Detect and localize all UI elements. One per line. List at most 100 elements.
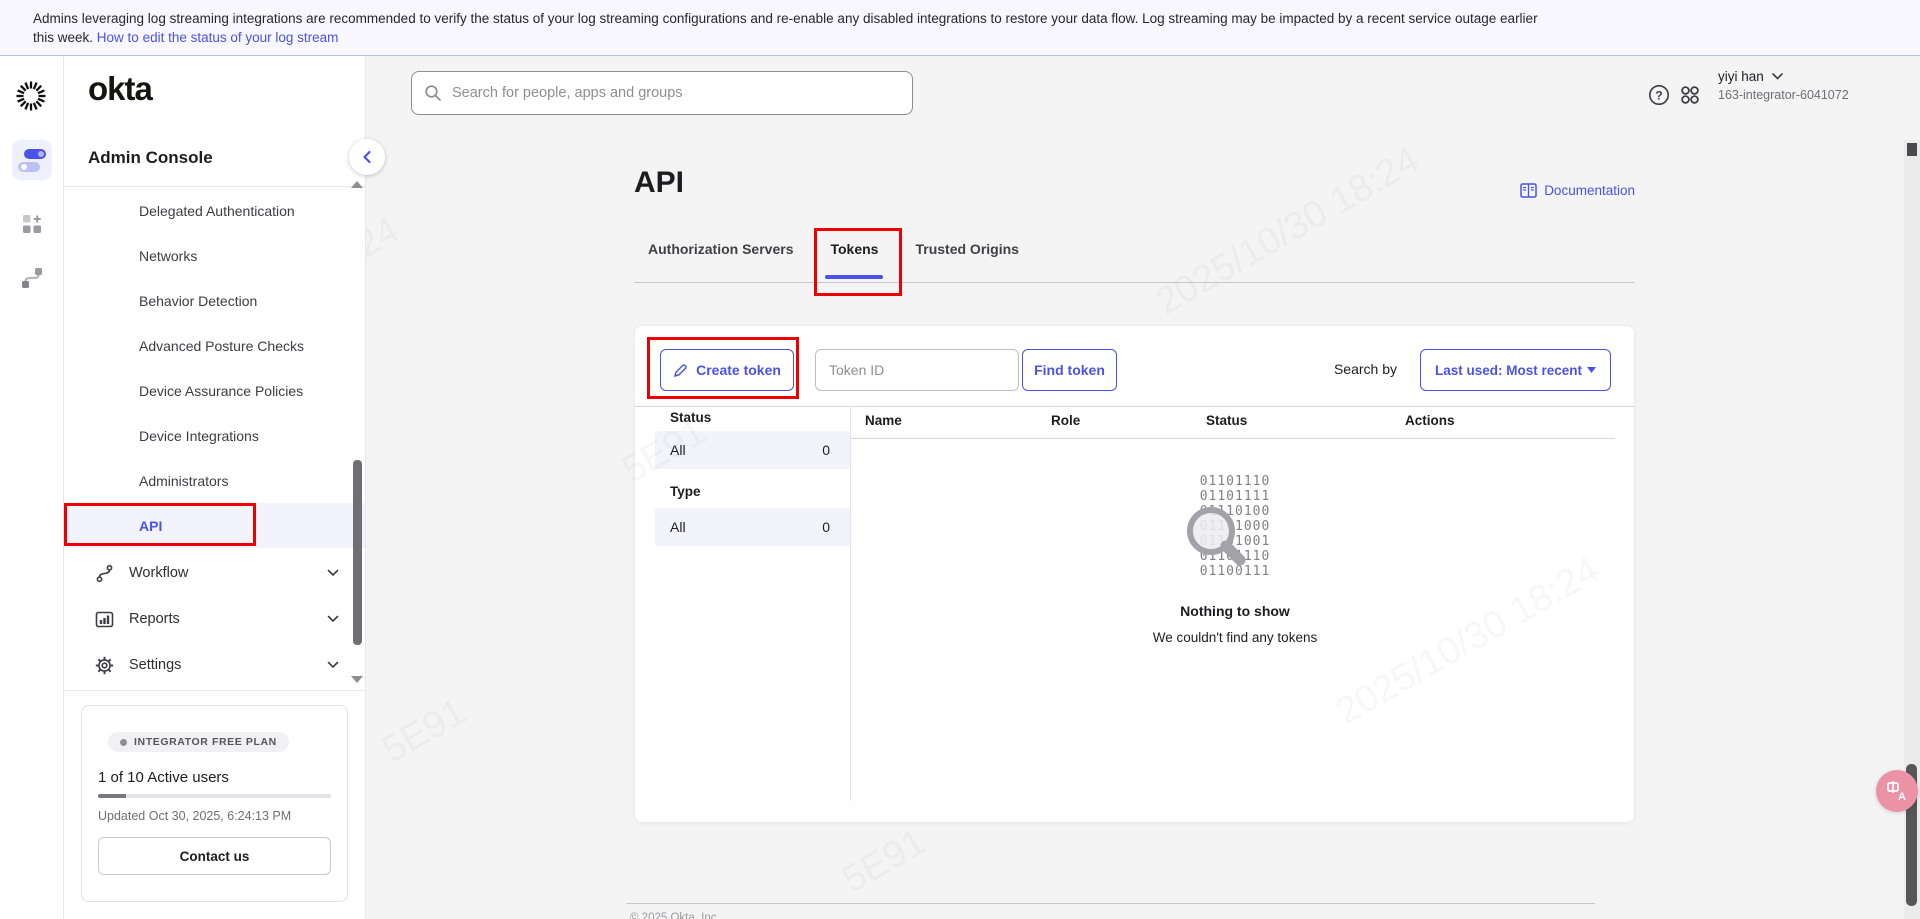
- org-id: 163-integrator-6041072: [1718, 88, 1849, 102]
- chevron-down-icon: [1772, 73, 1783, 80]
- divider: [850, 406, 851, 801]
- filter-label: All: [670, 519, 686, 535]
- apps-grid-icon: [1679, 84, 1701, 106]
- sidebar: okta Admin Console Delegated Authenticat…: [64, 56, 366, 919]
- toggle-icon: [24, 149, 46, 159]
- footer-text: © 2025 Okta, Inc.: [630, 912, 720, 919]
- sidebar-item-advanced-posture-checks[interactable]: Advanced Posture Checks: [64, 323, 365, 368]
- sidebar-item-settings[interactable]: Settings: [64, 642, 365, 688]
- grid-plus-icon: [21, 213, 43, 235]
- tokens-panel: Create token Find token Search by Last u…: [634, 325, 1635, 823]
- workflow-icon: [20, 266, 44, 290]
- tab-bar: Authorization Servers Tokens Trusted Origi…: [634, 241, 1635, 283]
- sidebar-item-device-assurance-policies[interactable]: Device Assurance Policies: [64, 368, 365, 413]
- chevron-left-icon: [361, 150, 373, 164]
- sidebar-collapse-button[interactable]: [349, 139, 385, 175]
- contact-us-button[interactable]: Contact us: [98, 837, 331, 875]
- translate-badge[interactable]: A: [1876, 770, 1918, 812]
- empty-title: Nothing to show: [985, 603, 1485, 619]
- find-token-button[interactable]: Find token: [1022, 349, 1117, 391]
- token-id-input[interactable]: [815, 349, 1019, 391]
- sidebar-scrollbar-thumb[interactable]: [353, 460, 362, 645]
- page-scrollbar-arrow[interactable]: [1907, 143, 1917, 156]
- filter-count: 0: [822, 519, 830, 535]
- empty-subtitle: We couldn't find any tokens: [985, 630, 1485, 645]
- page-title: API: [634, 166, 684, 200]
- magnifier-icon: [1182, 502, 1254, 579]
- okta-wordmark: okta: [88, 70, 152, 108]
- divider: [64, 690, 365, 691]
- sidebar-item-administrators[interactable]: Administrators: [64, 458, 365, 503]
- reports-icon: [94, 609, 114, 629]
- svg-text:A: A: [1898, 791, 1906, 803]
- help-button[interactable]: ?: [1648, 84, 1670, 111]
- rail-workflow-button[interactable]: [12, 258, 52, 298]
- toggle-icon: [18, 162, 40, 172]
- sidebar-item-reports[interactable]: Reports: [64, 596, 365, 642]
- sidebar-item-label: Workflow: [129, 565, 327, 581]
- plan-updated: Updated Oct 30, 2025, 6:24:13 PM: [98, 809, 331, 823]
- tab-trusted-origins[interactable]: Trusted Origins: [915, 241, 1018, 282]
- sidebar-scroll-up-arrow[interactable]: [351, 181, 363, 188]
- plan-card: INTEGRATOR FREE PLAN 1 of 10 Active user…: [81, 705, 348, 902]
- usage-progress-bar: [98, 794, 331, 798]
- banner-text: Admins leveraging log streaming integrat…: [33, 9, 1543, 47]
- tab-authorization-servers[interactable]: Authorization Servers: [648, 241, 793, 282]
- column-header-name: Name: [865, 413, 1051, 428]
- apps-menu-button[interactable]: [1679, 84, 1701, 111]
- okta-admin-console: 2025/10/30 18:245E912025/10/30 18:245E91…: [0, 0, 1920, 919]
- search-by-label: Search by: [1334, 361, 1397, 377]
- caret-down-icon: [1587, 367, 1596, 373]
- plan-badge: INTEGRATOR FREE PLAN: [108, 732, 289, 752]
- user-name: yiyi han: [1718, 69, 1764, 84]
- pen-icon: [673, 363, 688, 378]
- create-token-button[interactable]: Create token: [660, 349, 794, 391]
- search-input[interactable]: [411, 71, 913, 115]
- sidebar-nav-bottom: Workflow Reports Settings: [64, 550, 365, 688]
- empty-state: 0110111001101111011101000110100001101001…: [985, 474, 1485, 645]
- table-header-row: NameRoleStatusActions: [865, 413, 1585, 428]
- global-search: [411, 71, 913, 115]
- workflow-icon: [94, 563, 114, 583]
- filter-row-status-all[interactable]: All 0: [655, 431, 850, 469]
- divider: [850, 438, 1615, 439]
- notification-banner: Admins leveraging log streaming integrat…: [0, 0, 1920, 56]
- chevron-down-icon: [327, 611, 339, 627]
- main-content: ? yiyi han 163-integrator-6041072 API Do…: [366, 56, 1920, 919]
- sidebar-item-delegated-authentication[interactable]: Delegated Authentication: [64, 188, 365, 233]
- user-menu[interactable]: yiyi han 163-integrator-6041072: [1718, 69, 1849, 102]
- sidebar-item-behavior-detection[interactable]: Behavior Detection: [64, 278, 365, 323]
- rail-dashboard-button[interactable]: [12, 140, 52, 180]
- documentation-link[interactable]: Documentation: [1520, 183, 1635, 198]
- filter-label: All: [670, 442, 686, 458]
- filter-header-status: Status: [655, 410, 850, 425]
- column-header-status: Status: [1206, 413, 1405, 428]
- column-header-actions: Actions: [1405, 413, 1585, 428]
- chevron-down-icon: [327, 657, 339, 673]
- documentation-icon: [1520, 183, 1537, 198]
- rail-apps-button[interactable]: [12, 204, 52, 244]
- footer-divider: [626, 903, 1595, 904]
- icon-rail: [0, 56, 64, 919]
- plan-usage: 1 of 10 Active users: [98, 769, 331, 786]
- sidebar-item-networks[interactable]: Networks: [64, 233, 365, 278]
- filter-header-type: Type: [655, 474, 850, 508]
- sort-dropdown[interactable]: Last used: Most recent: [1420, 349, 1611, 391]
- settings-icon: [94, 655, 114, 675]
- sidebar-scroll-down-arrow[interactable]: [351, 676, 363, 683]
- column-header-role: Role: [1051, 413, 1206, 428]
- search-icon: [424, 84, 442, 107]
- filter-row-type-all[interactable]: All 0: [655, 508, 850, 546]
- sidebar-item-api[interactable]: API: [64, 503, 365, 548]
- sidebar-nav: Delegated AuthenticationNetworksBehavior…: [64, 188, 365, 548]
- svg-text:?: ?: [1655, 88, 1662, 102]
- sidebar-item-device-integrations[interactable]: Device Integrations: [64, 413, 365, 458]
- status-dot-icon: [120, 739, 127, 746]
- sidebar-item-label: Reports: [129, 611, 327, 627]
- sidebar-item-workflow[interactable]: Workflow: [64, 550, 365, 596]
- filter-count: 0: [822, 442, 830, 458]
- okta-spinner-logo: [13, 78, 49, 119]
- tab-tokens[interactable]: Tokens: [830, 241, 878, 282]
- banner-link[interactable]: How to edit the status of your log strea…: [97, 30, 339, 45]
- divider: [64, 186, 365, 187]
